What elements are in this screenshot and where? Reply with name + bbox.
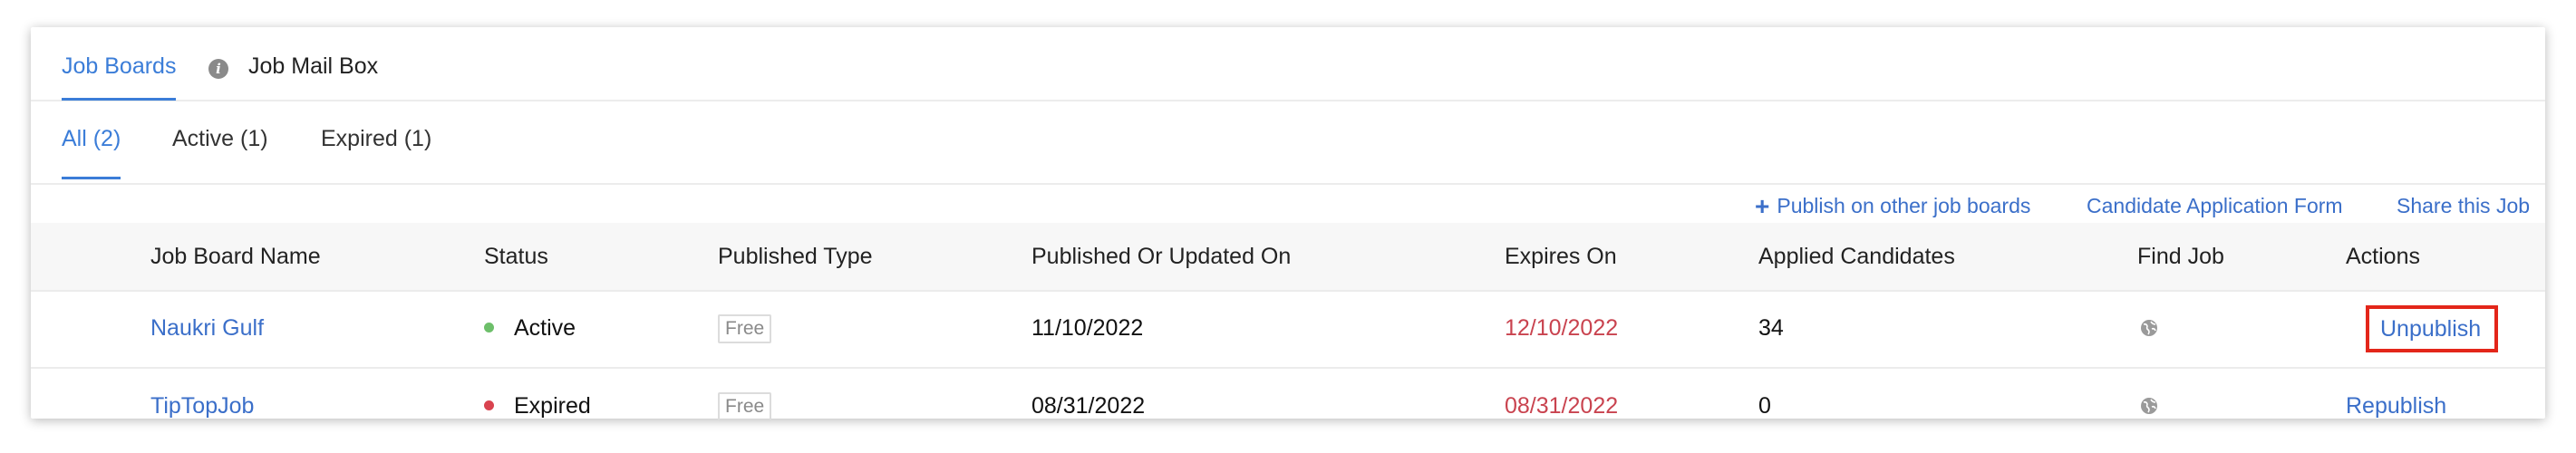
header-find-job: Find Job (2137, 244, 2224, 269)
tab-expired[interactable]: Expired (1) (321, 123, 431, 154)
published-type-badge: Free (718, 392, 772, 421)
status-label: Expired (514, 393, 591, 419)
status-label: Active (514, 315, 576, 341)
filter-tab-bar: All (2) Active (1) Expired (1) (31, 101, 2545, 185)
expires-date: 12/10/2022 (1505, 315, 1619, 341)
status-active-dot (484, 323, 494, 333)
candidate-application-form-link[interactable]: Candidate Application Form (2087, 192, 2343, 219)
header-status: Status (484, 244, 548, 269)
header-applied-candidates: Applied Candidates (1758, 244, 1955, 269)
globe-icon[interactable] (2139, 396, 2159, 416)
job-board-name-link[interactable]: Naukri Gulf (150, 313, 264, 343)
status-cell: Expired (484, 390, 591, 421)
header-job-board-name: Job Board Name (150, 244, 321, 269)
applied-count: 0 (1758, 393, 1771, 419)
table-header: Job Board Name Status Published Type Pub… (31, 223, 2545, 292)
header-expires-on: Expires On (1505, 244, 1617, 269)
applied-count: 34 (1758, 315, 1784, 341)
unpublish-button[interactable]: Unpublish (2380, 313, 2481, 344)
expires-date: 08/31/2022 (1505, 393, 1619, 419)
header-published-type: Published Type (718, 244, 873, 269)
globe-icon[interactable] (2139, 318, 2159, 338)
published-type-badge: Free (718, 314, 772, 343)
unpublish-highlight: Unpublish (2366, 305, 2498, 352)
table-row: TipTopJob Expired Free 08/31/2022 08/31/… (31, 369, 2545, 445)
info-icon[interactable]: i (208, 59, 228, 79)
job-board-name-link[interactable]: TipTopJob (150, 390, 254, 421)
plus-icon: + (1755, 192, 1770, 220)
publish-other-boards-link[interactable]: + Publish on other job boards (1755, 192, 2030, 220)
tab-all[interactable]: All (2) (62, 123, 121, 179)
status-cell: Active (484, 313, 576, 343)
share-job-link[interactable]: Share this Job (2397, 192, 2530, 219)
job-boards-panel: Job Boards i Job Mail Box All (2) Active… (31, 27, 2545, 421)
header-published-on: Published Or Updated On (1031, 244, 1292, 269)
header-actions: Actions (2346, 244, 2420, 269)
tab-job-mail-box[interactable]: Job Mail Box (248, 51, 378, 82)
status-expired-dot (484, 400, 494, 410)
publish-other-boards-label: Publish on other job boards (1777, 194, 2031, 217)
top-tab-bar: Job Boards i Job Mail Box (31, 27, 2545, 101)
table-row: Naukri Gulf Active Free 11/10/2022 12/10… (31, 291, 2545, 369)
published-date: 08/31/2022 (1031, 393, 1146, 419)
published-date: 11/10/2022 (1031, 315, 1144, 341)
tab-active[interactable]: Active (1) (172, 123, 268, 154)
tab-job-boards[interactable]: Job Boards (62, 51, 177, 101)
republish-button[interactable]: Republish (2346, 390, 2446, 421)
